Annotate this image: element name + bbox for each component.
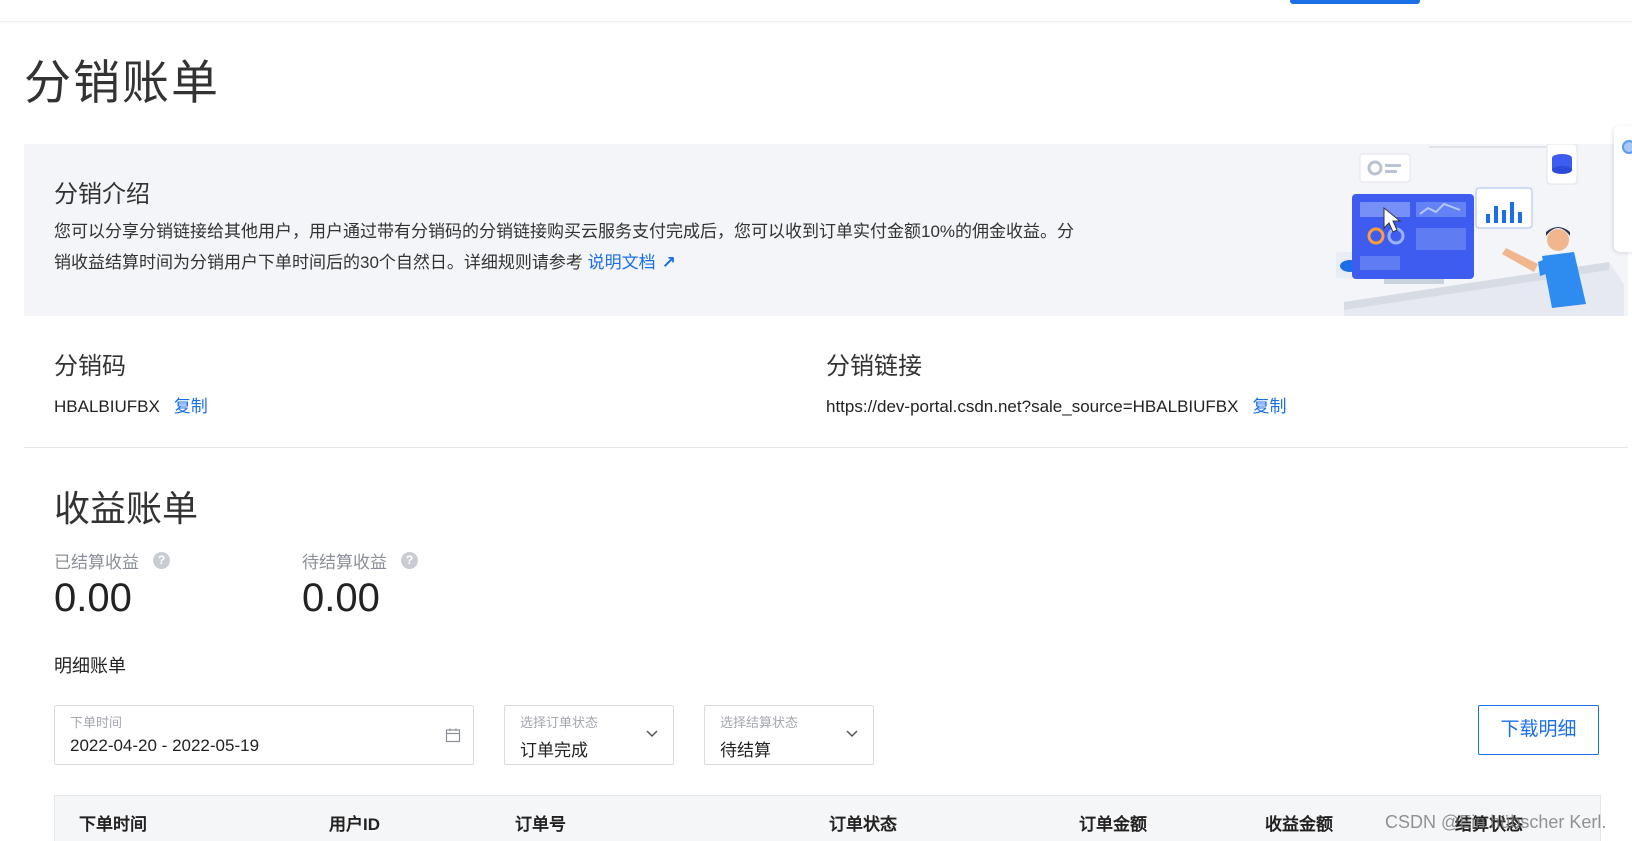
external-link-arrow-icon: ↗ (661, 253, 676, 272)
settlement-status-label: 选择结算状态 (720, 715, 799, 730)
order-time-label: 下单时间 (70, 715, 123, 730)
distribution-link-row: https://dev-portal.csdn.net?sale_source=… (826, 392, 1286, 417)
order-status-value: 订单完成 (520, 741, 588, 760)
column-header-earnings-amount: 收益金额 (1265, 815, 1333, 834)
pending-earnings-label: 待结算收益 ? (302, 548, 418, 573)
pending-earnings-label-text: 待结算收益 (302, 553, 387, 572)
settled-earnings-label: 已结算收益 ? (54, 548, 170, 573)
distribution-code-value: HBALBIUFBX (54, 397, 160, 416)
intro-description: 您可以分享分销链接给其他用户，用户通过带有分销码的分销链接购买云服务支付完成后，… (54, 222, 1075, 272)
column-header-order-number: 订单号 (515, 815, 566, 834)
settled-earnings-label-text: 已结算收益 (54, 553, 139, 572)
distribution-link-value: https://dev-portal.csdn.net?sale_source=… (826, 397, 1239, 416)
intro-illustration (1336, 144, 1624, 316)
csdn-watermark: CSDN @Ein hübscher Kerl. (1385, 812, 1607, 832)
order-status-label: 选择订单状态 (520, 715, 599, 730)
top-navigation-bar (0, 0, 1632, 22)
order-status-select[interactable]: 选择订单状态 订单完成 (504, 705, 674, 765)
page-title: 分销账单 (24, 56, 220, 109)
column-header-user-id: 用户ID (329, 815, 380, 834)
column-header-order-time: 下单时间 (79, 815, 147, 834)
table-header: 下单时间 用户ID 订单号 订单状态 订单金额 收益金额 结算状态 (54, 795, 1601, 841)
calendar-icon (445, 728, 461, 743)
distribution-link-label: 分销链接 (826, 353, 922, 380)
chevron-down-icon (646, 730, 658, 738)
order-time-value: 2022-04-20 - 2022-05-19 (70, 736, 260, 755)
header-action-button[interactable] (1290, 0, 1420, 4)
help-icon[interactable]: ? (153, 552, 170, 569)
settlement-status-select[interactable]: 选择结算状态 待结算 (704, 705, 874, 765)
help-icon[interactable]: ? (401, 552, 418, 569)
doc-link[interactable]: 说明文档 ↗ (588, 253, 676, 272)
details-title: 明细账单 (54, 656, 126, 676)
settlement-status-value: 待结算 (720, 741, 771, 760)
copy-code-button[interactable]: 复制 (174, 397, 208, 416)
settled-earnings-value: 0.00 (54, 576, 132, 620)
assistant-icon (1622, 140, 1632, 154)
side-float-widget[interactable] (1614, 126, 1632, 252)
intro-heading: 分销介绍 (54, 181, 150, 208)
download-details-button[interactable]: 下载明细 (1478, 705, 1599, 755)
doc-link-label: 说明文档 (587, 253, 656, 272)
distribution-code-label: 分销码 (54, 353, 126, 380)
order-time-range-picker[interactable]: 下单时间 2022-04-20 - 2022-05-19 (54, 705, 474, 765)
chevron-down-icon (846, 730, 858, 738)
pending-earnings-value: 0.00 (302, 576, 380, 620)
intro-text: 您可以分享分销链接给其他用户，用户通过带有分销码的分销链接购买云服务支付完成后，… (54, 216, 1084, 278)
distribution-code-row: HBALBIUFBX 复制 (54, 392, 208, 417)
intro-banner: 分销介绍 您可以分享分销链接给其他用户，用户通过带有分销码的分销链接购买云服务支… (24, 144, 1628, 316)
column-header-order-amount: 订单金额 (1079, 815, 1147, 834)
column-header-order-status: 订单状态 (829, 815, 897, 834)
copy-link-button[interactable]: 复制 (1252, 397, 1286, 416)
earnings-title: 收益账单 (54, 488, 199, 529)
section-divider (24, 447, 1628, 448)
